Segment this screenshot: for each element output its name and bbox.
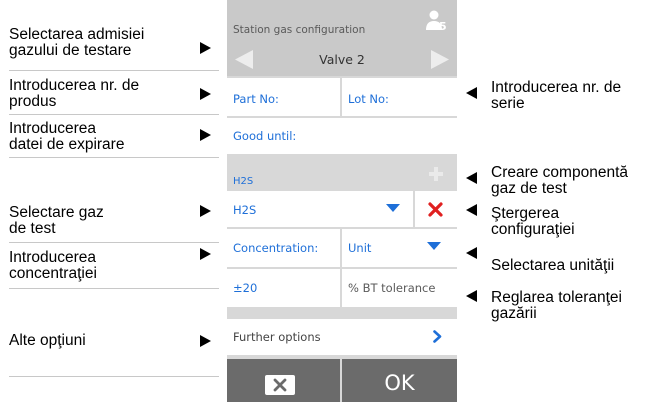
further-options-button[interactable]: Further options [227, 319, 457, 355]
arrow-right-icon [200, 335, 211, 347]
add-component-button[interactable] [415, 156, 457, 190]
arrow-right-icon [200, 129, 211, 141]
screen-header: Station gas configuration 5 [227, 0, 457, 43]
further-options-label: Further options [233, 330, 321, 344]
user-badge: 5 [439, 20, 447, 33]
gas-select[interactable]: H2S [227, 191, 413, 227]
arrow-left-icon [466, 247, 477, 259]
ok-label: OK [384, 371, 415, 395]
chevron-down-icon [427, 242, 441, 250]
part-no-input[interactable]: Part No: [227, 78, 340, 116]
left-label-gas-inlet: Selectarea admisiei gazului de testare [9, 26, 145, 59]
arrow-left-icon [466, 172, 477, 184]
separator [9, 242, 219, 243]
valve-selector: Valve 2 [227, 43, 457, 76]
arrow-left-icon [466, 204, 477, 216]
left-label-product-no: Introducerea nr. de produs [9, 77, 140, 110]
arrow-right-icon [200, 248, 211, 260]
concentration-label: Concentration: [233, 241, 319, 255]
right-label-create-component: Creare componentă gaz de test [491, 164, 628, 197]
separator [9, 70, 219, 71]
arrow-left-icon [466, 290, 477, 302]
chevron-down-icon [386, 204, 400, 212]
separator [9, 376, 219, 377]
ok-button[interactable]: OK [342, 359, 457, 402]
left-label-test-gas: Selectare gaz de test [9, 204, 104, 237]
user-icon[interactable]: 5 [425, 9, 449, 35]
valve-label: Valve 2 [319, 52, 365, 67]
gas-selected-value: H2S [233, 203, 257, 217]
left-label-expiry: Introducerea datei de expirare [9, 120, 125, 153]
right-label-delete-config: Ştergerea configuraţiei [491, 205, 575, 238]
plus-icon [429, 167, 443, 181]
prev-valve-button[interactable] [227, 43, 263, 76]
unit-selected-value: Unit [348, 241, 372, 255]
chevron-right-icon [433, 330, 442, 343]
unit-select[interactable]: Unit [342, 229, 457, 267]
tolerance-label: % BT tolerance [348, 281, 436, 295]
arrow-right-icon [200, 205, 211, 217]
tolerance-value: ±20 [233, 281, 258, 295]
arrow-right-icon [200, 42, 211, 54]
right-label-select-unit: Selectarea unităţii [491, 257, 615, 274]
delete-config-button[interactable] [415, 191, 457, 227]
left-label-concentration: Introducerea concentraţiei [9, 249, 97, 282]
next-valve-button[interactable] [421, 43, 457, 76]
lot-no-placeholder: Lot No: [348, 92, 389, 106]
good-until-input[interactable]: Good until: [227, 118, 457, 154]
component-header: H2S [227, 156, 415, 190]
cancel-icon [265, 375, 295, 395]
arrow-right-icon [200, 88, 211, 100]
separator [9, 114, 219, 115]
component-header-label: H2S [233, 176, 254, 187]
lot-no-input[interactable]: Lot No: [342, 78, 457, 116]
cancel-button[interactable] [227, 359, 340, 402]
delete-x-icon [428, 202, 443, 217]
arrow-left-icon [466, 87, 477, 99]
tolerance-input[interactable]: ±20 [227, 269, 340, 307]
device-screen: Station gas configuration 5 Valve 2 Part… [227, 0, 457, 402]
separator [9, 288, 219, 289]
screen-title: Station gas configuration [233, 24, 366, 36]
tolerance-label-cell: % BT tolerance [342, 269, 457, 307]
right-label-serial-no: Introducerea nr. de serie [491, 79, 622, 112]
part-no-placeholder: Part No: [233, 92, 279, 106]
separator [9, 157, 219, 158]
right-label-tolerance: Reglarea toleranţei gazării [491, 289, 622, 322]
good-until-placeholder: Good until: [233, 129, 297, 143]
left-label-other-options: Alte opţiuni [9, 332, 86, 349]
concentration-input[interactable]: Concentration: [227, 229, 340, 267]
